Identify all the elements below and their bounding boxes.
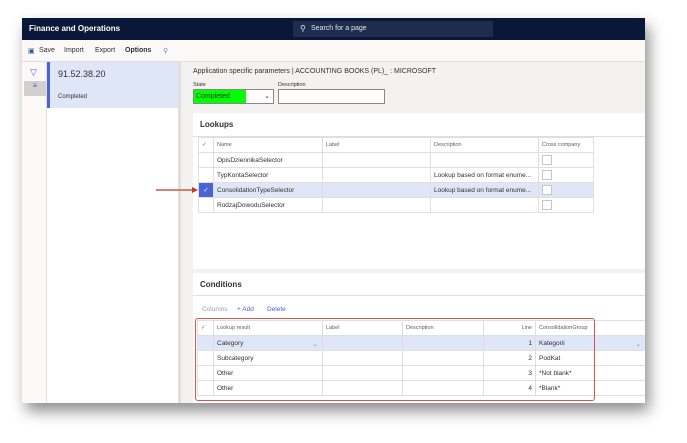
find-icon[interactable]: ⚲: [163, 47, 168, 55]
search-icon: ⚲: [300, 24, 306, 33]
state-dropdown[interactable]: Completed ⌄: [193, 89, 274, 104]
highlight-box: [195, 318, 595, 401]
filter-icon[interactable]: ▽: [30, 67, 37, 78]
table-row[interactable]: OpisDziennikaSelector: [198, 152, 594, 168]
import-button[interactable]: Import: [64, 47, 84, 54]
list-icon[interactable]: ≡: [24, 81, 46, 96]
conditions-header[interactable]: Conditions: [200, 280, 242, 289]
export-button[interactable]: Export: [95, 47, 115, 54]
list-item-selected[interactable]: 91.52.38.20 Completed: [47, 62, 178, 108]
chevron-down-icon: ⌄: [635, 340, 641, 348]
select-all-check-icon[interactable]: ✓: [198, 137, 214, 153]
cross-company-checkbox[interactable]: [542, 170, 552, 180]
table-row[interactable]: TypKontaSelector Lookup based on format e…: [198, 167, 594, 183]
title-bar: Finance and Operations ⚲ Search for a pa…: [22, 18, 645, 40]
row-check-icon[interactable]: ✓: [198, 182, 214, 198]
delete-button[interactable]: Delete: [267, 306, 286, 313]
lookups-panel: Lookups ✓ Name Label Description Cross compa…: [193, 113, 645, 269]
table-row-selected[interactable]: ✓ ConsolidationTypeSelector Lookup based o…: [198, 182, 594, 198]
list-item-title: 91.52.38.20: [58, 69, 106, 79]
cross-company-checkbox[interactable]: [542, 185, 552, 195]
col-description[interactable]: Description: [430, 137, 539, 153]
red-arrow-icon: [156, 187, 198, 193]
col-label[interactable]: Label: [322, 137, 431, 153]
cross-company-checkbox[interactable]: [542, 200, 552, 210]
columns-button[interactable]: Columns: [202, 306, 228, 313]
app-title: Finance and Operations: [29, 24, 121, 33]
list-pane: 91.52.38.20 Completed: [47, 62, 181, 403]
col-name[interactable]: Name: [213, 137, 323, 153]
description-label: Description: [278, 82, 306, 88]
search-placeholder: Search for a page: [311, 25, 367, 32]
cross-company-checkbox[interactable]: [542, 155, 552, 165]
add-button[interactable]: + Add: [237, 306, 254, 313]
breadcrumb: Application specific parameters | ACCOUN…: [193, 68, 436, 75]
save-button[interactable]: Save: [39, 47, 55, 54]
state-value: Completed: [194, 90, 246, 103]
lookups-header[interactable]: Lookups: [200, 120, 233, 129]
search-box[interactable]: ⚲ Search for a page: [293, 21, 493, 37]
options-button[interactable]: Options: [125, 47, 151, 54]
state-label: State: [193, 82, 206, 88]
action-pane: ▣ Save Import Export Options ⚲: [22, 40, 645, 62]
list-item-status: Completed: [58, 94, 88, 100]
table-row[interactable]: RodzajDowoduSelector: [198, 197, 594, 213]
description-input[interactable]: [278, 89, 385, 104]
col-cross-company[interactable]: Cross company: [538, 137, 594, 153]
save-icon: ▣: [28, 48, 35, 55]
chevron-down-icon: ⌄: [264, 93, 270, 100]
nav-strip: ▽ ≡: [22, 62, 47, 403]
lookups-grid: ✓ Name Label Description Cross company OpisD…: [198, 137, 594, 213]
